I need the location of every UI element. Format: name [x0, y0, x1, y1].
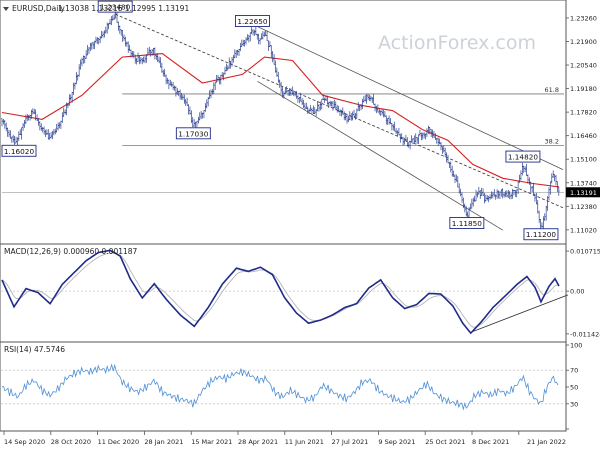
x-tick-label: 27 Jul 2021 [332, 438, 369, 446]
svg-text:1.11200: 1.11200 [526, 230, 557, 239]
y-tick-label: 1.21900 [570, 38, 597, 46]
rsi-panel [0, 341, 567, 432]
y-tick-label: 1.23260 [570, 14, 597, 22]
svg-text:1.14820: 1.14820 [508, 153, 539, 162]
y-tick-label: 70 [570, 367, 578, 375]
svg-text:1.16020: 1.16020 [4, 147, 35, 156]
y-tick-label: 1.20540 [570, 62, 597, 70]
x-tick-label: 8 Dec 2021 [472, 438, 509, 446]
y-tick-label: 1.12380 [570, 203, 597, 211]
y-tick-label: -0.011424 [570, 330, 600, 338]
y-tick-label: 1.13740 [570, 179, 597, 187]
x-tick-label: 25 Oct 2021 [425, 438, 465, 446]
svg-text:1.13191: 1.13191 [570, 189, 597, 197]
y-tick-label: 0.010715 [570, 248, 600, 256]
y-tick-label: 30 [570, 400, 578, 408]
price-annotation: 1.16020 [1, 144, 37, 157]
y-tick-label: 1.19180 [570, 85, 597, 93]
y-tick-label: 1.17820 [570, 109, 597, 117]
y-tick-label: 1.15100 [570, 156, 597, 164]
x-tick-label: 28 Oct 2020 [51, 438, 91, 446]
price-annotation: 1.22650 [234, 15, 270, 27]
y-tick-label: 50 [570, 384, 578, 392]
x-tick-label: 11 Dec 2020 [98, 438, 140, 446]
rsi-title: RSI(14) 47.5746 [4, 345, 65, 354]
price-title: EURUSD,Daily 1.13038 1.13216 1.12995 1.1… [3, 4, 189, 13]
x-tick-label: 14 Sep 2020 [4, 438, 45, 446]
x-tick-label: 15 Mar 2021 [191, 438, 232, 446]
y-tick-label: 1.16460 [570, 132, 597, 140]
price-annotation: 1.14820 [505, 150, 541, 163]
fib-level-label: 38.2 [545, 137, 559, 145]
svg-text:1.11850: 1.11850 [452, 219, 483, 228]
forex-chart: ActionForex.com 61.838.2 1.160201.234801… [0, 0, 600, 450]
y-tick-label: 0.00 [570, 288, 584, 296]
x-tick-label: 11 Jun 2021 [285, 438, 324, 446]
macd-title: MACD(12,26,9) 0.000960 0.001187 [4, 247, 138, 256]
price-annotation: 1.17030 [175, 127, 211, 140]
y-tick-label: 100 [570, 342, 582, 350]
watermark: ActionForex.com [378, 32, 536, 54]
x-tick-label: 9 Sep 2021 [378, 438, 415, 446]
fib-level-label: 61.8 [545, 86, 559, 94]
price-annotation: 1.11200 [523, 228, 559, 241]
current-price-tag: 1.13191 [566, 187, 600, 198]
x-tick-label: 28 Jan 2021 [144, 438, 183, 446]
x-tick-label: 21 Jan 2022 [527, 438, 566, 446]
x-tick-label: 28 Apr 2021 [238, 438, 278, 446]
price-annotation: 1.11850 [449, 217, 485, 229]
svg-text:1.17030: 1.17030 [178, 129, 209, 138]
ohlc-readout: 1.13038 1.13216 1.12995 1.13191 [58, 4, 189, 13]
y-tick-label: 1.11020 [570, 226, 597, 234]
svg-text:1.22650: 1.22650 [237, 17, 268, 26]
